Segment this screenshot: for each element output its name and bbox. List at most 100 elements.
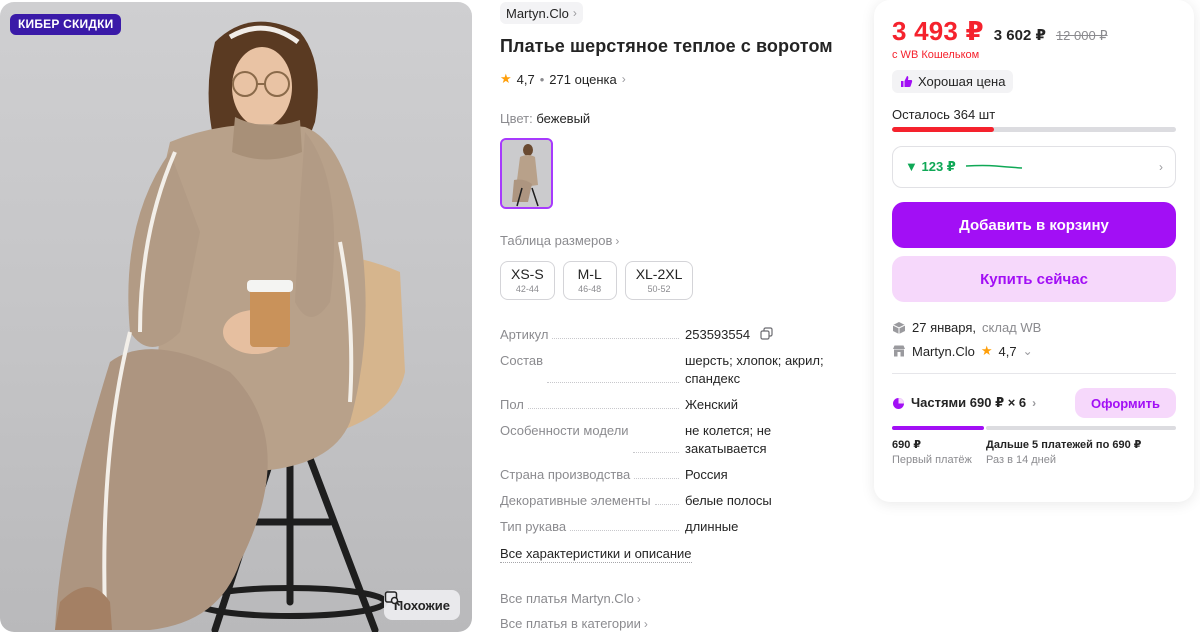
spec-key: Тип рукава <box>500 518 571 536</box>
brand-link[interactable]: Martyn.Clo › <box>500 2 583 24</box>
add-to-cart-button[interactable]: Добавить в корзину <box>892 202 1176 248</box>
promo-badge[interactable]: КИБЕР СКИДКИ <box>10 14 122 35</box>
good-price-badge[interactable]: Хорошая цена <box>892 70 1014 93</box>
chevron-right-icon: › <box>572 6 577 20</box>
arrange-installments-button[interactable]: Оформить <box>1075 388 1176 418</box>
chevron-right-icon: › <box>621 72 626 86</box>
product-info: Martyn.Clo › Платье шерстяное теплое с в… <box>500 0 845 631</box>
wallet-price: 3 493 ₽ <box>892 16 984 46</box>
swatch-thumbnail <box>502 140 551 207</box>
chevron-right-icon: › <box>1159 160 1163 174</box>
similar-button-label: Похожие <box>393 597 450 613</box>
size-range: 42-44 <box>515 284 539 294</box>
product-photo[interactable]: КИБЕР СКИДКИ Похожие <box>0 2 472 632</box>
rating-link[interactable]: ★ 4,7 • 271 оценка › <box>500 71 845 87</box>
price-trend-sparkline-icon <box>965 164 1022 169</box>
size-table-label: Таблица размеров <box>500 233 613 248</box>
pie-chart-icon <box>893 397 904 409</box>
stock-bar <box>892 127 1176 132</box>
stock-bar-fill <box>892 127 995 132</box>
color-label: Цвет: <box>500 111 533 126</box>
spec-value: шерсть; хлопок; акрил; спандекс <box>685 353 824 386</box>
star-icon: ★ <box>500 71 512 86</box>
size-table-link[interactable]: Таблица размеров › <box>500 233 845 248</box>
article-number: 253593554 <box>685 327 751 342</box>
spec-value: белые полосы <box>685 493 772 508</box>
first-payment-bar <box>892 426 984 430</box>
installments-details: 690 ₽ Первый платёж Дальше 5 платежей по… <box>892 438 1176 466</box>
spec-row: Артикул 253593554 <box>500 326 845 344</box>
price-history-row[interactable]: ▼ 123 ₽ › <box>892 146 1176 188</box>
category-dresses-link[interactable]: Все платья в категории › <box>500 616 845 631</box>
copy-icon[interactable] <box>760 327 773 340</box>
first-payment-label: Первый платёж <box>892 454 972 466</box>
chevron-right-icon: › <box>636 591 641 606</box>
seller-row[interactable]: Martyn.Clo ★ 4,7 ⌄ <box>892 343 1176 359</box>
spec-value: Женский <box>685 397 738 412</box>
old-price: 12 000 ₽ <box>1055 28 1108 43</box>
installments-progress <box>892 426 1176 430</box>
similar-button[interactable]: Похожие <box>383 590 460 620</box>
wallet-note[interactable]: с WB Кошельком <box>892 49 1176 61</box>
seller-rating: 4,7 <box>998 343 1017 359</box>
brand-dresses-link[interactable]: Все платья Martyn.Clo › <box>500 591 845 606</box>
spec-key: Пол <box>500 396 528 414</box>
size-label: M-L <box>577 266 602 282</box>
stock-text: Осталось 364 шт <box>892 107 996 122</box>
star-icon: ★ <box>980 343 993 358</box>
spec-value: длинные <box>685 519 739 534</box>
seller-name: Martyn.Clo <box>912 343 975 359</box>
size-label: XL-2XL <box>635 266 683 282</box>
chevron-right-icon: › <box>1032 396 1037 410</box>
next-payments-value: Дальше 5 платежей по 690 ₽ <box>986 439 1142 451</box>
delivery-row: 27 января, склад WB <box>892 320 1176 335</box>
shop-icon <box>893 345 905 357</box>
brand-dresses-label: Все платья Martyn.Clo <box>500 591 634 606</box>
good-price-label: Хорошая цена <box>918 74 1006 89</box>
warehouse-label: склад WB <box>982 320 1042 335</box>
chevron-right-icon: › <box>615 233 620 248</box>
spec-value: 253593554 <box>685 326 845 344</box>
spec-row: Тип рукава длинные <box>500 518 845 536</box>
dot-separator: • <box>539 71 545 87</box>
spec-key: Артикул <box>500 326 553 344</box>
specs-table: Артикул 253593554 Состав шерсть; хлопок;… <box>500 326 845 536</box>
reviews-count: 271 оценка <box>549 71 617 87</box>
all-specs-link[interactable]: Все характеристики и описание <box>500 546 692 563</box>
size-option[interactable]: M-L 46-48 <box>562 261 617 300</box>
color-row: Цвет: бежевый <box>500 111 845 126</box>
next-payments: Дальше 5 платежей по 690 ₽ Раз в 14 дней <box>986 438 1141 466</box>
installments-title: Частями 690 ₽ × 6 <box>911 395 1027 410</box>
delivery-date: 27 января, <box>912 320 977 335</box>
spec-key: Состав <box>500 352 548 388</box>
spec-key: Особенности модели <box>500 422 633 458</box>
first-payment: 690 ₽ Первый платёж <box>892 438 986 466</box>
spec-row: Декоративные элементы белые полосы <box>500 492 845 510</box>
spec-row: Страна производства Россия <box>500 466 845 484</box>
product-title: Платье шерстяное теплое с воротом <box>500 36 833 56</box>
next-payments-label: Раз в 14 дней <box>986 454 1057 466</box>
thumbs-up-icon <box>901 76 913 87</box>
category-dresses-label: Все платья в категории <box>500 616 641 631</box>
color-swatch-beige[interactable] <box>500 138 553 209</box>
installments-link[interactable]: Частями 690 ₽ × 6 › <box>892 395 1075 411</box>
brand-name: Martyn.Clo <box>506 5 569 21</box>
spec-row: Состав шерсть; хлопок; акрил; спандекс <box>500 352 845 388</box>
spec-key: Страна производства <box>500 466 635 484</box>
first-payment-value: 690 ₽ <box>892 439 922 451</box>
buy-now-button[interactable]: Купить сейчас <box>892 256 1176 302</box>
price-card: 3 493 ₽ 3 602 ₽ 12 000 ₽ с WB Кошельком … <box>874 0 1194 502</box>
chevron-down-icon: ⌄ <box>1022 344 1033 358</box>
box-icon <box>892 321 906 334</box>
size-label: XS-S <box>511 266 544 282</box>
spec-row: Пол Женский <box>500 396 845 414</box>
product-image <box>55 21 405 632</box>
chevron-right-icon: › <box>643 616 648 631</box>
price-drop-value: ▼ 123 ₽ <box>905 159 956 174</box>
size-selector: XS-S 42-44 M-L 46-48 XL-2XL 50-52 <box>500 261 845 300</box>
spec-value: не колется; не закатывается <box>685 423 772 456</box>
regular-price: 3 602 ₽ <box>993 27 1046 44</box>
size-option[interactable]: XS-S 42-44 <box>500 261 555 300</box>
spec-value: Россия <box>685 467 728 482</box>
size-option[interactable]: XL-2XL 50-52 <box>624 261 694 300</box>
